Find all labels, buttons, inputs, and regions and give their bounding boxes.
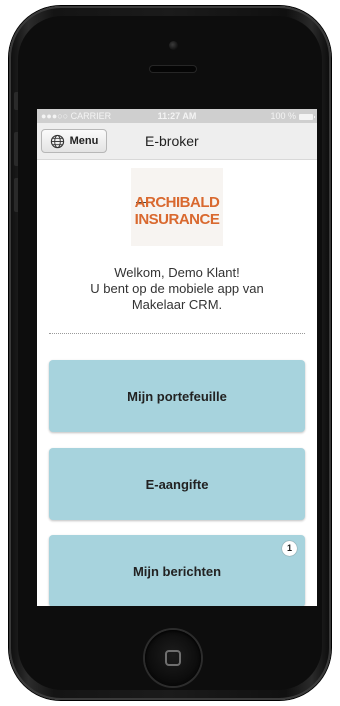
app-screen: ●●●○○ CARRIER 11:27 AM 100 % Menu E-brok…: [37, 109, 317, 606]
logo-text-line1: ARCHIBALD: [134, 194, 220, 211]
globe-icon: [50, 134, 64, 148]
e-aangifte-tile-label: E-aangifte: [145, 476, 209, 492]
menu-button[interactable]: Menu: [41, 129, 107, 153]
notification-badge: 1: [282, 541, 297, 556]
welcome-line1: Welkom, Demo Klant!: [114, 265, 240, 280]
menu-button-label: Menu: [69, 135, 99, 147]
portfolio-tile-label: Mijn portefeuille: [127, 388, 227, 404]
welcome-message: Welkom, Demo Klant! U bent op de mobiele…: [37, 265, 317, 313]
portfolio-tile[interactable]: Mijn portefeuille: [49, 360, 305, 432]
status-bar: ●●●○○ CARRIER 11:27 AM 100 %: [37, 109, 317, 123]
logo-text-line2: INSURANCE: [134, 211, 220, 228]
home-button[interactable]: [145, 630, 201, 686]
battery-indicator: 100 %: [270, 109, 315, 123]
page-title: E-broker: [145, 133, 199, 149]
company-logo: ARCHIBALD INSURANCE: [131, 168, 223, 246]
home-square-icon: [165, 650, 181, 666]
messages-tile-label: Mijn berichten: [132, 563, 222, 579]
front-camera: [169, 41, 178, 50]
e-aangifte-tile[interactable]: E-aangifte: [49, 448, 305, 520]
nav-bar: Menu E-broker: [37, 123, 317, 160]
messages-tile[interactable]: Mijn berichten 1: [49, 535, 305, 606]
divider: [49, 333, 305, 334]
earpiece-speaker: [150, 66, 196, 72]
welcome-line3: Makelaar CRM.: [131, 297, 223, 312]
welcome-line2: U bent op de mobiele app van: [90, 281, 264, 296]
battery-label: 100 %: [270, 111, 296, 121]
battery-icon: [299, 113, 315, 120]
